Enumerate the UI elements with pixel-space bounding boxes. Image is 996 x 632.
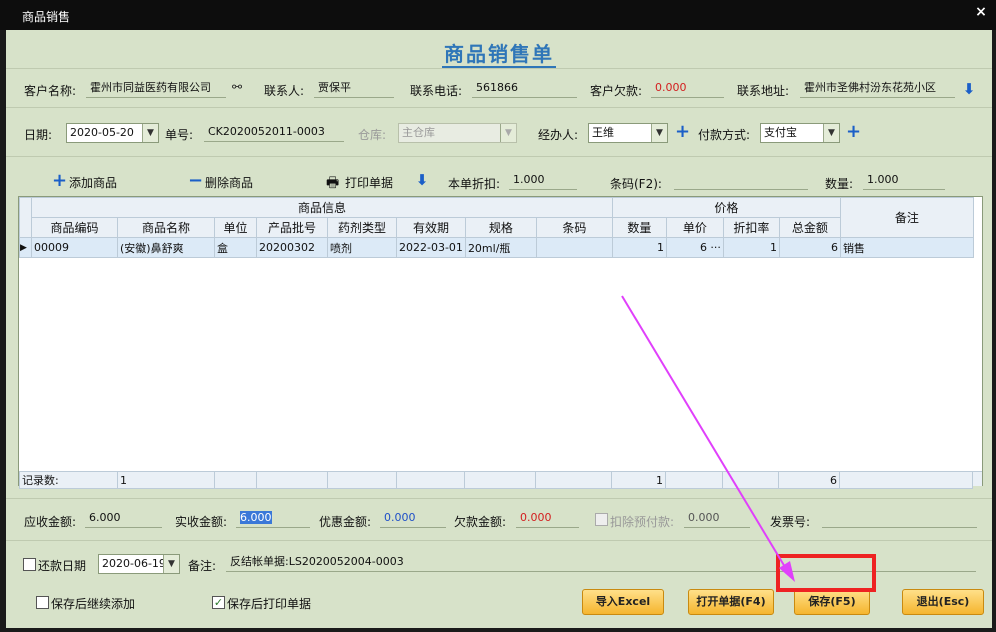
- arrow-head: [779, 561, 795, 582]
- arrow-line: [621, 295, 789, 573]
- annotation-arrow: [621, 295, 795, 582]
